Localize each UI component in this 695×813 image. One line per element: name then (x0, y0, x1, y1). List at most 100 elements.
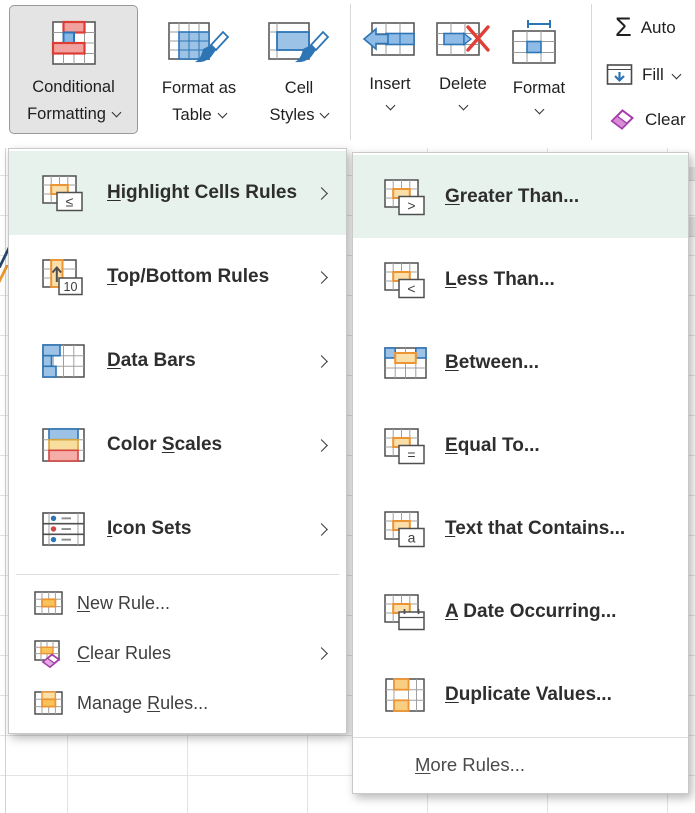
submenu-item-label: Equal To... (445, 435, 674, 457)
menu-item-data-bars[interactable]: Data Bars (9, 319, 346, 403)
submenu-item-label: Greater Than... (445, 186, 674, 208)
chevron-down-icon (671, 70, 681, 80)
chevron-down-icon (458, 101, 468, 111)
duplicate-values-icon (383, 674, 429, 716)
chevron-down-icon (534, 105, 544, 115)
sigma-icon: Σ (615, 14, 632, 41)
equal-to-icon: = (383, 425, 429, 467)
submenu-item-less-than[interactable]: < Less Than... (353, 238, 688, 321)
submenu-separator (353, 737, 688, 738)
chevron-down-icon (111, 108, 121, 118)
menu-item-manage-rules[interactable]: Manage Rules... (9, 678, 346, 728)
menu-item-label: Highlight Cells Rules (107, 182, 317, 204)
top-bottom-rules-icon: 10 (41, 256, 87, 298)
chevron-down-icon (320, 109, 330, 119)
delete-button[interactable]: Delete (432, 5, 494, 134)
conditional-formatting-icon (50, 20, 98, 66)
submenu-item-a-date-occurring[interactable]: A Date Occurring... (353, 570, 688, 653)
highlight-cells-rules-icon: ≤ (41, 172, 87, 214)
menu-item-label: Clear Rules (77, 643, 317, 664)
submenu-item-duplicate-values[interactable]: Duplicate Values... (353, 653, 688, 736)
clear-button[interactable]: Clear (608, 107, 686, 133)
conditional-formatting-label-line1: Conditional (32, 74, 115, 101)
submenu-arrow-icon (315, 355, 328, 368)
clear-eraser-icon (608, 107, 636, 133)
color-scales-icon (41, 424, 87, 466)
submenu-item-greater-than[interactable]: > Greater Than... (353, 155, 688, 238)
menu-item-label: Icon Sets (107, 518, 317, 540)
format-button[interactable]: Format (506, 5, 572, 134)
menu-item-label: Color Scales (107, 434, 317, 456)
manage-rules-icon (33, 687, 65, 719)
conditional-formatting-button[interactable]: Conditional Formatting (9, 5, 138, 134)
fill-icon (606, 63, 633, 86)
sheet-cell-fragment (689, 167, 695, 181)
svg-text:<: < (407, 280, 415, 296)
menu-item-new-rule[interactable]: New Rule... (9, 578, 346, 628)
between-icon (383, 342, 429, 384)
menu-item-label: New Rule... (77, 593, 332, 614)
cell-styles-button[interactable]: Cell Styles (257, 5, 341, 134)
svg-text:10: 10 (64, 280, 78, 294)
insert-button[interactable]: Insert (358, 5, 422, 134)
clear-label: Clear (645, 110, 686, 130)
menu-item-icon-sets[interactable]: Icon Sets (9, 487, 346, 571)
submenu-item-between[interactable]: Between... (353, 321, 688, 404)
more-rules-label: More Rules... (415, 754, 525, 776)
chevron-down-icon (217, 109, 227, 119)
submenu-item-label: Duplicate Values... (445, 684, 674, 706)
submenu-arrow-icon (315, 647, 328, 660)
submenu-item-label: Less Than... (445, 269, 674, 291)
fill-label: Fill (642, 65, 664, 85)
submenu-arrow-icon (315, 523, 328, 536)
menu-separator (16, 574, 339, 575)
delete-label: Delete (439, 71, 487, 98)
submenu-item-equal-to[interactable]: = Equal To... (353, 404, 688, 487)
svg-text:=: = (407, 446, 415, 462)
autosum-button[interactable]: Σ Auto (615, 14, 676, 41)
svg-text:≤: ≤ (66, 194, 74, 210)
menu-item-top-bottom-rules[interactable]: 10 Top/Bottom Rules (9, 235, 346, 319)
format-as-table-button[interactable]: Format as Table (143, 5, 255, 134)
format-cells-icon (511, 19, 567, 67)
clear-rules-icon (33, 637, 65, 669)
format-as-table-label-line2: Table (172, 106, 211, 124)
delete-cells-icon (435, 19, 491, 63)
new-rule-icon (33, 587, 65, 619)
a-date-occurring-icon (383, 591, 429, 633)
submenu-item-label: A Date Occurring... (445, 601, 674, 623)
icon-sets-icon (41, 508, 87, 550)
autosum-label: Auto (641, 18, 676, 38)
insert-cells-icon (362, 19, 418, 63)
menu-item-label: Top/Bottom Rules (107, 266, 317, 288)
menu-item-highlight-cells-rules[interactable]: ≤ Highlight Cells Rules (9, 151, 346, 235)
menu-item-color-scales[interactable]: Color Scales (9, 403, 346, 487)
data-bars-icon (41, 340, 87, 382)
sheet-cell-fragment (689, 217, 695, 237)
svg-text:>: > (407, 197, 415, 213)
conditional-formatting-menu: ≤ Highlight Cells Rules 10 Top/Bottom Ru… (8, 148, 347, 734)
conditional-formatting-label-line2: Formatting (27, 105, 106, 123)
text-that-contains-icon: a (383, 508, 429, 550)
submenu-item-label: Text that Contains... (445, 518, 674, 540)
menu-item-label: Data Bars (107, 350, 317, 372)
submenu-arrow-icon (315, 271, 328, 284)
submenu-arrow-icon (315, 439, 328, 452)
format-as-table-label-line1: Format as (162, 75, 236, 102)
format-label: Format (513, 75, 565, 102)
highlight-cells-rules-submenu: > Greater Than... < Less Than... (352, 152, 689, 794)
chevron-down-icon (385, 101, 395, 111)
submenu-item-more-rules[interactable]: More Rules... (353, 739, 688, 791)
menu-item-label: Manage Rules... (77, 693, 332, 714)
menu-item-clear-rules[interactable]: Clear Rules (9, 628, 346, 678)
submenu-item-label: Between... (445, 352, 674, 374)
fill-button[interactable]: Fill (606, 63, 680, 86)
insert-label: Insert (369, 71, 410, 98)
cell-styles-icon (267, 19, 331, 67)
submenu-item-text-that-contains[interactable]: a Text that Contains... (353, 487, 688, 570)
ribbon: Conditional Formatting Format as Table (0, 0, 695, 148)
svg-text:a: a (408, 529, 416, 545)
ribbon-group-divider (350, 4, 351, 140)
greater-than-icon: > (383, 176, 429, 218)
ribbon-group-divider (591, 4, 592, 140)
